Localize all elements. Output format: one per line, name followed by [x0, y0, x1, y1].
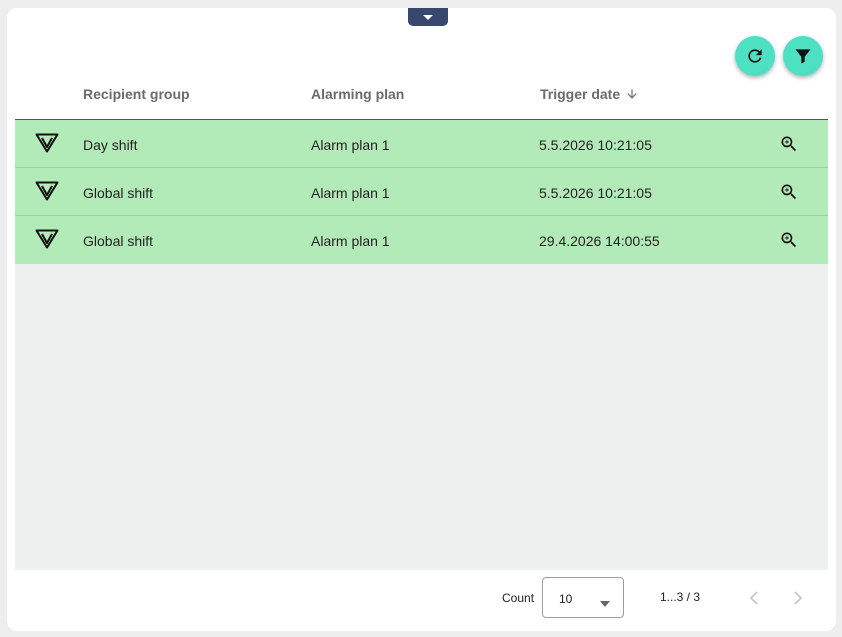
table-row[interactable]: Day shift Alarm plan 1 5.5.2026 10:21:05	[15, 120, 828, 168]
column-header-label: Recipient group	[83, 86, 190, 102]
count-label: Count	[502, 591, 535, 605]
zoom-in-icon[interactable]	[779, 134, 799, 157]
count-select[interactable]: 10	[542, 577, 624, 618]
trigger-date-cell: 5.5.2026 10:21:05	[539, 185, 652, 201]
recipient-group-cell: Day shift	[83, 137, 138, 153]
table-row[interactable]: Global shift Alarm plan 1 29.4.2026 14:0…	[15, 216, 828, 264]
zoom-in-icon[interactable]	[779, 230, 799, 253]
recipient-group-cell: Global shift	[83, 233, 154, 249]
previous-page-button[interactable]	[743, 587, 765, 609]
alarming-plan-cell: Alarm plan 1	[311, 137, 390, 153]
column-header-recipient-group[interactable]: Recipient group	[83, 86, 190, 102]
table-header: Recipient group Alarming plan Trigger da…	[15, 72, 828, 120]
next-page-button[interactable]	[787, 587, 809, 609]
column-header-alarming-plan[interactable]: Alarming plan	[311, 86, 404, 102]
refresh-button[interactable]	[735, 36, 775, 76]
trigger-date-cell: 29.4.2026 14:00:55	[539, 233, 660, 249]
refresh-icon	[748, 49, 762, 63]
column-header-label: Trigger date	[540, 86, 621, 102]
table-footer: Count 10 1...3 / 3	[15, 570, 828, 625]
table-row[interactable]: Global shift Alarm plan 1 5.5.2026 10:21…	[15, 168, 828, 216]
column-header-trigger-date[interactable]: Trigger date	[540, 86, 639, 102]
column-header-label: Alarming plan	[311, 86, 405, 102]
chevron-down-icon	[423, 14, 433, 20]
alarming-plan-cell: Alarm plan 1	[311, 185, 390, 201]
arrow-down-icon	[625, 87, 639, 101]
recipient-group-cell: Global shift	[83, 185, 154, 201]
collapse-toggle[interactable]	[408, 8, 448, 26]
table-body: Day shift Alarm plan 1 5.5.2026 10:21:05…	[15, 120, 828, 570]
filter-button[interactable]	[783, 36, 823, 76]
alarm-triangle-icon	[35, 133, 59, 156]
dropdown-arrow-icon	[599, 596, 611, 610]
chevron-left-icon	[749, 591, 758, 605]
count-select-value: 10	[559, 592, 573, 606]
alarm-triangle-icon	[35, 229, 59, 252]
alarming-plan-cell: Alarm plan 1	[311, 233, 390, 249]
alarm-triangle-icon	[35, 181, 59, 204]
trigger-date-cell: 5.5.2026 10:21:05	[539, 137, 652, 153]
zoom-in-icon[interactable]	[779, 182, 799, 205]
filter-icon	[795, 49, 811, 64]
pagination-range: 1...3 / 3	[660, 590, 701, 604]
chevron-right-icon	[794, 591, 803, 605]
